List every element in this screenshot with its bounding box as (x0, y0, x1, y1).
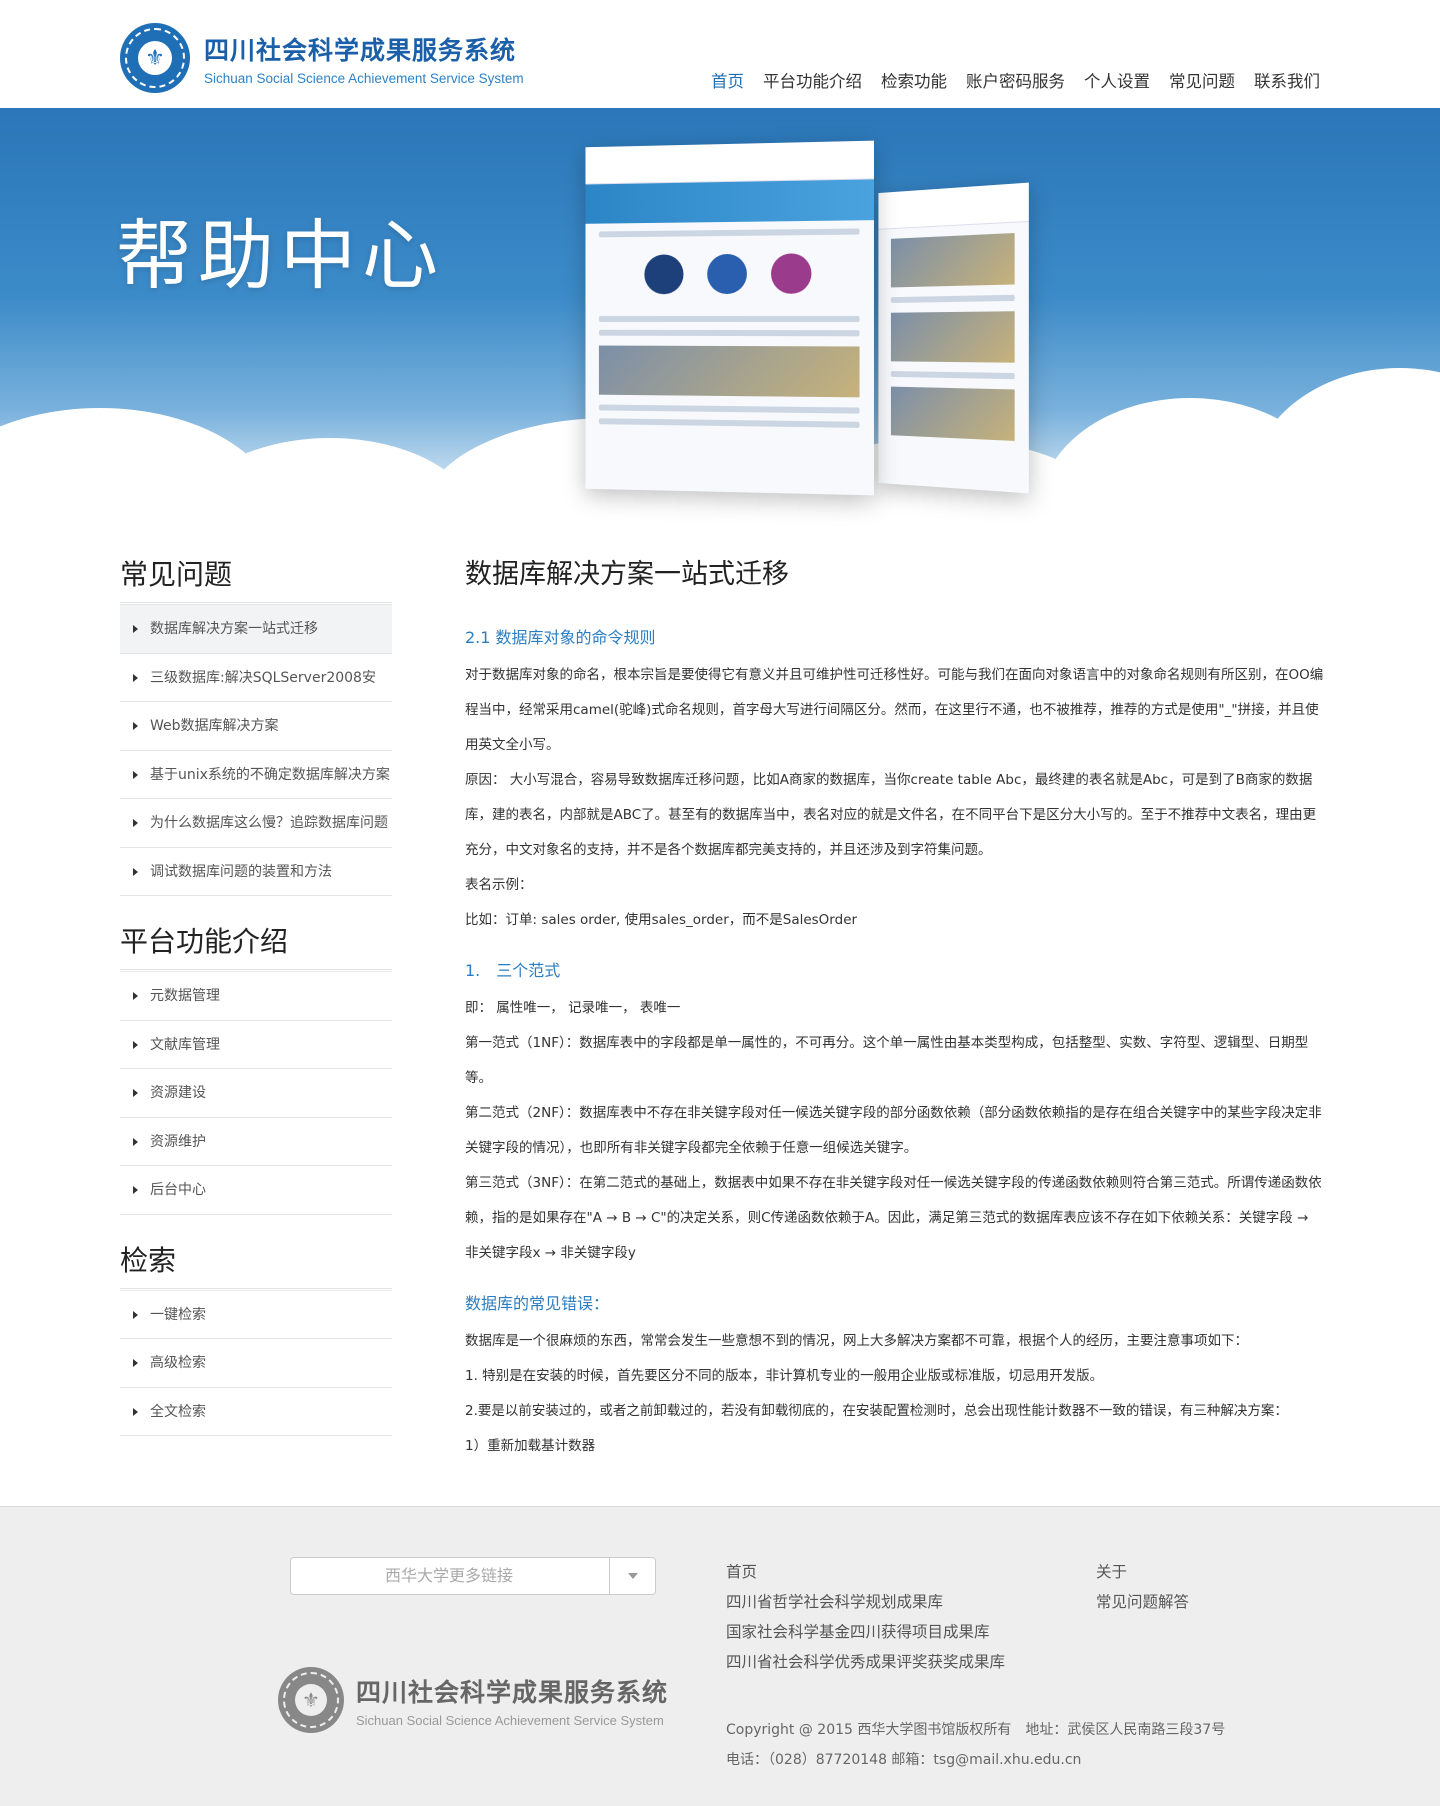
emblem-icon: ⚜ (278, 1667, 344, 1733)
chevron-down-icon[interactable] (609, 1558, 655, 1594)
paragraph: 原因： 大小写混合，容易导致数据库迁移问题，比如A商家的数据库，当你create… (465, 772, 1317, 858)
footer-link[interactable]: 四川省哲学社会科学规划成果库 (726, 1587, 1005, 1617)
article-section: 数据库的常见错误： 数据库是一个很麻烦的东西，常常会发生一些意想不到的情况，网上… (465, 1289, 1325, 1464)
footer-logo-subtitle: Sichuan Social Science Achievement Servi… (356, 1712, 664, 1728)
nav-settings[interactable]: 个人设置 (1084, 68, 1150, 92)
footer-links-primary: 首页 四川省哲学社会科学规划成果库 国家社会科学基金四川获得项目成果库 四川省社… (726, 1557, 1005, 1677)
search-item[interactable]: 高级检索 (120, 1339, 392, 1388)
platform-item[interactable]: 元数据管理 (120, 972, 392, 1021)
nav-search[interactable]: 检索功能 (881, 68, 947, 92)
paragraph: 第一范式（1NF）：数据库表中的字段都是单一属性的，不可再分。这个单一属性由基本… (465, 1035, 1309, 1086)
cloud-shape (1250, 368, 1440, 528)
nav-home[interactable]: 首页 (711, 68, 744, 92)
faq-item[interactable]: Web数据库解决方案 (120, 702, 392, 751)
paragraph: 第三范式（3NF）：在第二范式的基础上，数据表中如果不存在非关键字段对任一候选关… (465, 1175, 1322, 1261)
section-heading: 数据库的常见错误： (465, 1294, 610, 1313)
faq-item[interactable]: 数据库解决方案一站式迁移 (120, 605, 392, 654)
article: 数据库解决方案一站式迁移 2.1 数据库对象的命令规则 对于数据库对象的命名，根… (465, 555, 1325, 1482)
paragraph: 第二范式（2NF）：数据库表中不存在非关键字段对任一候选关键字段的部分函数依赖（… (465, 1105, 1322, 1156)
footer-link-home[interactable]: 首页 (726, 1557, 1005, 1587)
faq-section-title: 常见问题 (120, 555, 392, 603)
site-logo[interactable]: ⚜ 四川社会科学成果服务系统 Sichuan Social Science Ac… (120, 22, 540, 94)
paragraph: 即： 属性唯一， 记录唯一， 表唯一 (465, 1000, 681, 1016)
nav-contact[interactable]: 联系我们 (1254, 68, 1320, 92)
search-section: 检索 一键检索 高级检索 全文检索 (120, 1241, 392, 1436)
paragraph: 数据库是一个很麻烦的东西，常常会发生一些意想不到的情况，网上大多解决方案都不可靠… (465, 1333, 1248, 1349)
search-item[interactable]: 一键检索 (120, 1291, 392, 1339)
footer-link-faq[interactable]: 常见问题解答 (1096, 1587, 1189, 1617)
faq-item[interactable]: 调试数据库问题的装置和方法 (120, 848, 392, 896)
footer-logo-title: 四川社会科学成果服务系统 (356, 1677, 669, 1707)
paragraph: 对于数据库对象的命名，根本宗旨是要使得它有意义并且可维护性可迁移性好。可能与我们… (465, 667, 1324, 753)
nav-account[interactable]: 账户密码服务 (966, 68, 1065, 92)
site-footer: 西华大学更多链接 首页 四川省哲学社会科学规划成果库 国家社会科学基金四川获得项… (0, 1506, 1440, 1806)
site-header: ⚜ 四川社会科学成果服务系统 Sichuan Social Science Ac… (0, 0, 1440, 108)
paragraph: 1. 特别是在安装的时候，首先要区分不同的版本，非计算机专业的一般用企业版或标准… (465, 1368, 1104, 1384)
footer-info: Copyright @ 2015 西华大学图书馆版权所有 地址：武侯区人民南路三… (726, 1715, 1225, 1775)
copyright-text: Copyright @ 2015 西华大学图书馆版权所有 地址：武侯区人民南路三… (726, 1722, 1226, 1738)
footer-logo: ⚜ 四川社会科学成果服务系统 Sichuan Social Science Ac… (278, 1667, 668, 1733)
platform-item[interactable]: 资源建设 (120, 1069, 392, 1118)
nav-platform[interactable]: 平台功能介绍 (763, 68, 862, 92)
emblem-icon: ⚜ (120, 23, 190, 93)
faq-item[interactable]: 三级数据库:解决SQLServer2008安 (120, 654, 392, 702)
footer-links-secondary: 关于 常见问题解答 (1096, 1557, 1189, 1617)
footer-link-about[interactable]: 关于 (1096, 1557, 1189, 1587)
hero-banner: 帮助中心 (0, 108, 1440, 528)
footer-link[interactable]: 国家社会科学基金四川获得项目成果库 (726, 1617, 1005, 1647)
banner-title: 帮助中心 (116, 211, 444, 300)
paragraph: 表名示例： (465, 877, 533, 893)
more-links-select[interactable]: 西华大学更多链接 (290, 1557, 656, 1595)
site-screenshot-secondary (878, 182, 1029, 494)
paragraph: 1）重新加载基计数器 (465, 1438, 596, 1454)
article-section: 2.1 数据库对象的命令规则 对于数据库对象的命名，根本宗旨是要使得它有意义并且… (465, 623, 1325, 938)
faq-item[interactable]: 为什么数据库这么慢？追踪数据库问题 (120, 799, 392, 848)
faq-item[interactable]: 基于unix系统的不确定数据库解决方案 (120, 751, 392, 799)
footer-link[interactable]: 四川省社会科学优秀成果评奖获奖成果库 (726, 1647, 1005, 1677)
platform-item[interactable]: 后台中心 (120, 1166, 392, 1215)
logo-title: 四川社会科学成果服务系统 (204, 35, 517, 65)
paragraph: 2.要是以前安装过的，或者之前卸载过的，若没有卸载彻底的，在安装配置检测时，总会… (465, 1403, 1288, 1419)
article-title: 数据库解决方案一站式迁移 (465, 559, 789, 590)
article-section: 1. 三个范式 即： 属性唯一， 记录唯一， 表唯一 第一范式（1NF）：数据库… (465, 956, 1325, 1271)
section-heading: 2.1 数据库对象的命令规则 (465, 628, 656, 647)
contact-text: 电话：（028）87720148 邮箱：tsg@mail.xhu.edu.cn (726, 1752, 1082, 1768)
section-heading: 1. 三个范式 (465, 961, 561, 980)
search-section-title: 检索 (120, 1241, 392, 1289)
platform-section-title: 平台功能介绍 (120, 922, 392, 970)
nav-faq[interactable]: 常见问题 (1169, 68, 1235, 92)
logo-subtitle: Sichuan Social Science Achievement Servi… (204, 70, 524, 86)
search-item[interactable]: 全文检索 (120, 1388, 392, 1436)
more-links-select-value: 西华大学更多链接 (384, 1566, 513, 1585)
site-screenshot-primary (585, 140, 874, 496)
sidebar: 常见问题 数据库解决方案一站式迁移 三级数据库:解决SQLServer2008安… (120, 555, 392, 1462)
platform-item[interactable]: 资源维护 (120, 1118, 392, 1166)
main-nav: 首页 平台功能介绍 检索功能 账户密码服务 个人设置 常见问题 联系我们 (711, 68, 1320, 92)
paragraph: 比如：订单: sales order, 使用sales_order，而不是Sal… (465, 912, 858, 928)
platform-item[interactable]: 文献库管理 (120, 1021, 392, 1069)
platform-section: 平台功能介绍 元数据管理 文献库管理 资源建设 资源维护 后台中心 (120, 922, 392, 1215)
faq-section: 常见问题 数据库解决方案一站式迁移 三级数据库:解决SQLServer2008安… (120, 555, 392, 896)
